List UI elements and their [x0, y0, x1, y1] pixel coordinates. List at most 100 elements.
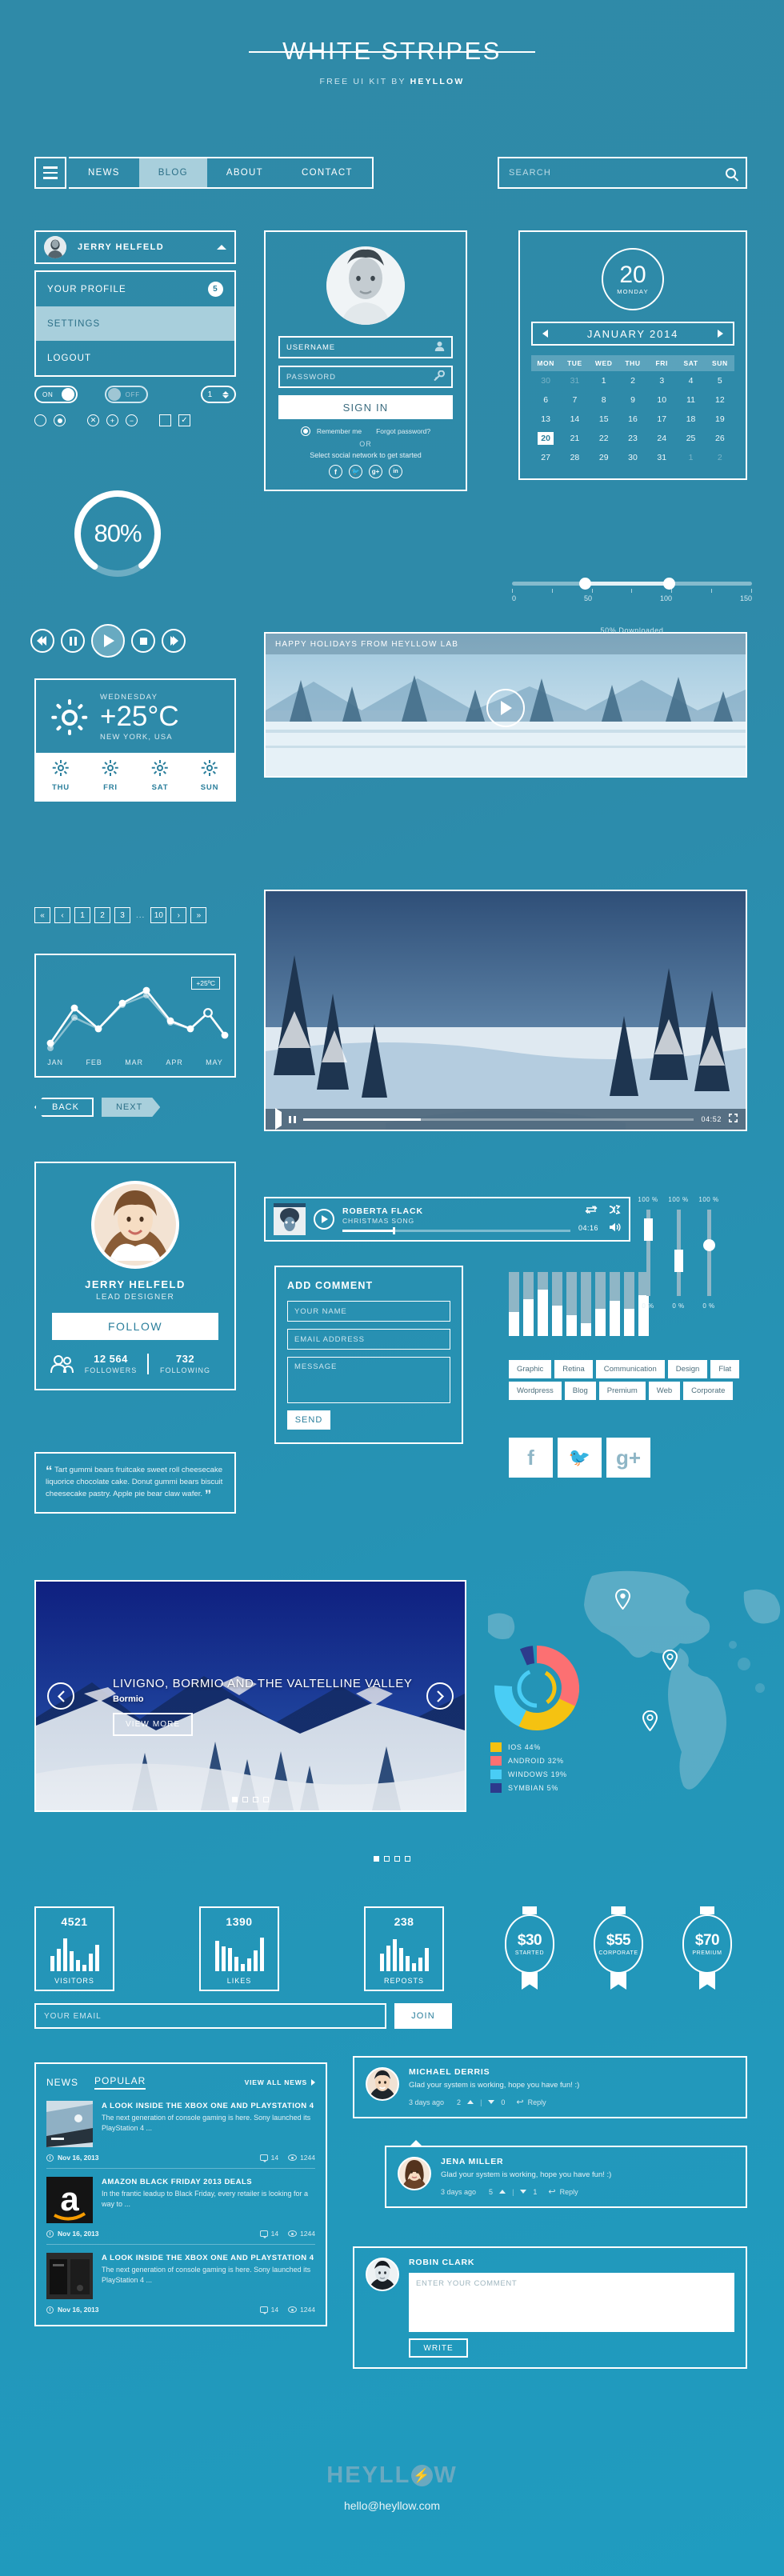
calendar-day[interactable]: 13 — [531, 410, 560, 429]
calendar-day[interactable]: 2 — [706, 448, 734, 467]
volume-track[interactable] — [702, 1210, 715, 1296]
forward-icon[interactable] — [162, 629, 186, 653]
tag-item[interactable]: Blog — [564, 1382, 596, 1400]
play-circle-icon[interactable] — [314, 1209, 334, 1230]
volume-handle[interactable] — [674, 1249, 683, 1272]
volume-handle[interactable] — [643, 1218, 653, 1241]
calendar-day[interactable]: 12 — [706, 390, 734, 410]
slider-handle-low[interactable] — [579, 578, 591, 590]
page-prev[interactable]: ‹ — [54, 907, 70, 923]
range-slider[interactable]: 0 50 100 150 50% Downloaded — [512, 578, 752, 634]
equalizer-bar[interactable] — [538, 1272, 548, 1336]
radio-unchecked[interactable] — [34, 414, 46, 426]
volume-handle-round[interactable] — [702, 1238, 715, 1251]
tag-item[interactable]: Retina — [554, 1360, 593, 1378]
plus-icon[interactable]: + — [106, 414, 118, 426]
page-next[interactable]: › — [170, 907, 187, 923]
message-field[interactable]: MESSAGE — [287, 1357, 450, 1403]
nav-item-blog[interactable]: BLOG — [138, 158, 207, 187]
rewind-icon[interactable] — [30, 629, 54, 653]
forecast-day[interactable]: THU — [36, 753, 86, 800]
back-button[interactable]: BACK — [34, 1098, 94, 1117]
calendar-day-selected[interactable]: 20 — [531, 429, 560, 448]
calendar-day[interactable]: 3 — [647, 371, 676, 390]
equalizer-bar[interactable] — [523, 1272, 534, 1336]
map-pin[interactable] — [662, 1649, 678, 1671]
equalizer[interactable] — [509, 1272, 649, 1336]
calendar-day[interactable]: 2 — [618, 371, 647, 390]
tag-item[interactable]: Web — [648, 1382, 681, 1400]
write-button[interactable]: WRITE — [409, 2338, 468, 2358]
twitter-icon[interactable]: 🐦 — [349, 465, 362, 478]
carousel-dot[interactable] — [374, 1856, 379, 1862]
news-item[interactable]: A LOOK INSIDE THE XBOX ONE AND PLAYSTATI… — [46, 2244, 315, 2320]
calendar-day[interactable]: 1 — [676, 448, 705, 467]
forecast-day[interactable]: SUN — [185, 753, 234, 800]
checkbox-checked[interactable]: ✓ — [178, 414, 190, 426]
calendar-day[interactable]: 28 — [560, 448, 589, 467]
equalizer-bar[interactable] — [610, 1272, 620, 1336]
tag-item[interactable]: Flat — [710, 1360, 740, 1378]
calendar-day[interactable]: 30 — [618, 448, 647, 467]
shuffle-icon[interactable] — [609, 1204, 621, 1217]
arrow-right-icon[interactable] — [718, 330, 723, 338]
calendar-day[interactable]: 25 — [676, 429, 705, 448]
volume-track[interactable] — [643, 1210, 653, 1296]
calendar-day[interactable]: 11 — [676, 390, 705, 410]
toggle-on[interactable]: ON — [34, 386, 78, 403]
menu-item-your-profile[interactable]: YOUR PROFILE 5 — [36, 272, 234, 306]
tag-item[interactable]: Corporate — [683, 1382, 734, 1400]
chevron-left-icon[interactable] — [47, 1682, 74, 1710]
calendar-day[interactable]: 19 — [706, 410, 734, 429]
tab-popular[interactable]: POPULAR — [94, 2075, 146, 2090]
quantity-stepper[interactable]: 1 — [201, 386, 236, 403]
tag-item[interactable]: Design — [667, 1360, 708, 1378]
downvote-icon[interactable] — [520, 2190, 527, 2194]
upvote-icon[interactable] — [499, 2190, 506, 2194]
email-input[interactable]: YOUR EMAIL — [34, 2003, 386, 2029]
search-input[interactable]: SEARCH — [498, 157, 747, 189]
view-all-news-link[interactable]: VIEW ALL NEWS — [245, 2078, 315, 2086]
pricing-ribbon-started[interactable]: $30 STARTED — [505, 1906, 554, 1990]
pricing-ribbon-premium[interactable]: $70 PREMIUM — [682, 1906, 732, 1990]
page-3[interactable]: 3 — [114, 907, 130, 923]
calendar-day[interactable]: 24 — [647, 429, 676, 448]
equalizer-bar[interactable] — [566, 1272, 577, 1336]
calendar-day[interactable]: 31 — [647, 448, 676, 467]
username-field[interactable]: USERNAME — [278, 336, 453, 358]
hamburger-icon[interactable] — [34, 157, 66, 189]
slider-handle-high[interactable] — [663, 578, 675, 590]
next-button[interactable]: NEXT — [102, 1098, 160, 1117]
page-10[interactable]: 10 — [150, 907, 167, 923]
search-icon[interactable] — [726, 167, 736, 178]
calendar-day[interactable]: 1 — [590, 371, 618, 390]
carousel-dot[interactable] — [384, 1856, 390, 1862]
reply-link[interactable]: ↩ Reply — [516, 2097, 546, 2107]
track-progress[interactable] — [342, 1227, 570, 1234]
tag-item[interactable]: Communication — [595, 1360, 665, 1378]
volume-slider-2[interactable]: 100 % 0 % — [662, 1196, 694, 1310]
calendar-day[interactable]: 7 — [560, 390, 589, 410]
page-last[interactable]: » — [190, 907, 207, 923]
email-field[interactable]: EMAIL ADDRESS — [287, 1329, 450, 1350]
minus-icon[interactable]: − — [126, 414, 138, 426]
equalizer-bar[interactable] — [509, 1272, 519, 1336]
video-player[interactable]: 04:52 — [264, 890, 747, 1131]
map-pin[interactable] — [642, 1710, 658, 1732]
calendar-day[interactable]: 16 — [618, 410, 647, 429]
tab-news[interactable]: NEWS — [46, 2077, 78, 2088]
map-pin[interactable] — [614, 1588, 631, 1610]
chevron-updown-icon[interactable] — [222, 390, 230, 398]
nav-item-about[interactable]: ABOUT — [207, 158, 282, 187]
calendar-day[interactable]: 18 — [676, 410, 705, 429]
tag-item[interactable]: Premium — [598, 1382, 646, 1400]
equalizer-bar[interactable] — [552, 1272, 562, 1336]
slide-dot[interactable] — [263, 1797, 269, 1802]
calendar-day[interactable]: 9 — [618, 390, 647, 410]
page-1[interactable]: 1 — [74, 907, 90, 923]
repeat-icon[interactable] — [585, 1205, 598, 1217]
slide-dot[interactable] — [232, 1797, 238, 1802]
forecast-day[interactable]: FRI — [86, 753, 135, 800]
calendar-day[interactable]: 23 — [618, 429, 647, 448]
carousel-dot[interactable] — [405, 1856, 410, 1862]
